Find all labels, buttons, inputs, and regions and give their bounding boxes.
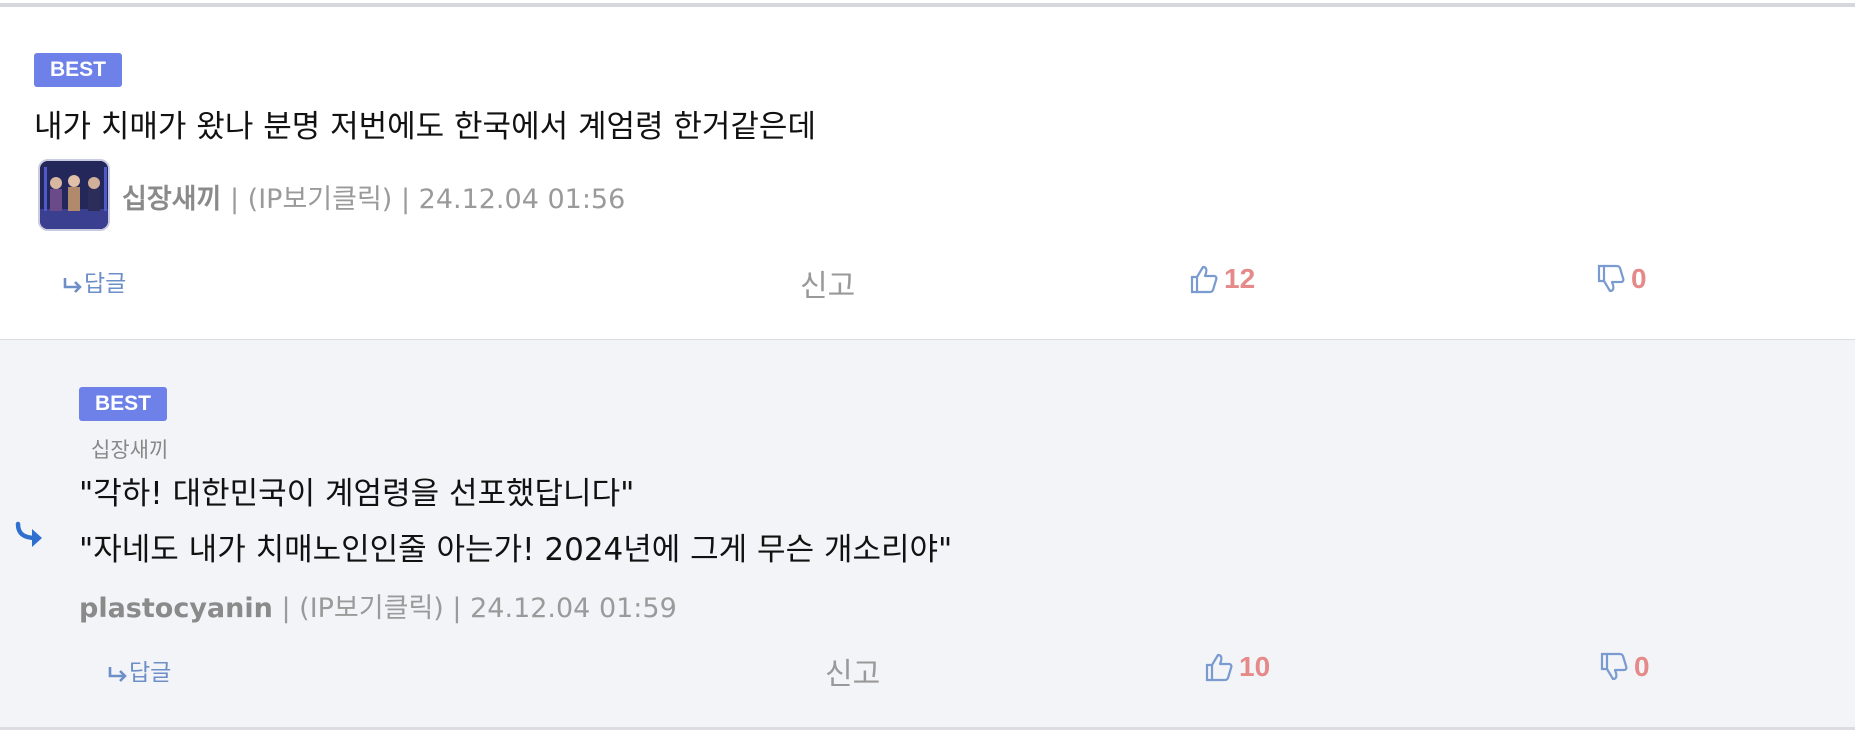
report-button[interactable]: 신고 bbox=[800, 261, 855, 305]
meta-separator: | bbox=[229, 184, 240, 215]
reply-small-arrow-icon bbox=[63, 277, 82, 293]
report-button[interactable]: 신고 bbox=[825, 649, 880, 693]
comment-meta: plastocyanin | (IP보기클릭) | 24.12.04 01:59 bbox=[79, 586, 677, 625]
thumbs-up-icon bbox=[1190, 265, 1218, 294]
ip-view-link[interactable]: (IP보기클릭) bbox=[299, 593, 444, 624]
meta-separator: | bbox=[452, 593, 462, 624]
author-name[interactable]: plastocyanin bbox=[79, 593, 273, 624]
best-badge: BEST bbox=[34, 53, 123, 87]
avatar-image bbox=[40, 161, 108, 229]
meta-separator: | bbox=[400, 184, 411, 215]
reply-button[interactable]: 답글 bbox=[107, 653, 171, 687]
downvote-count: 0 bbox=[1634, 651, 1650, 682]
timestamp: 24.12.04 01:56 bbox=[418, 184, 626, 215]
reply-label: 답글 bbox=[129, 660, 172, 686]
thumbs-up-icon bbox=[1205, 653, 1233, 682]
reply-text-line-1: "각하! 대한민국이 계엄령을 선포했답니다" bbox=[79, 476, 635, 512]
comment-item: BEST 내가 치매가 왔나 분명 저번에도 한국에서 계엄령 한거같은데 십장… bbox=[0, 7, 1855, 340]
meta-separator: | bbox=[281, 593, 291, 624]
reply-small-arrow-icon bbox=[108, 666, 127, 682]
downvote-button[interactable]: 0 bbox=[1597, 263, 1647, 295]
author-name[interactable]: 십장새끼 bbox=[122, 184, 221, 215]
best-badge: BEST bbox=[79, 387, 168, 421]
downvote-count: 0 bbox=[1631, 263, 1647, 294]
upvote-button[interactable]: 10 bbox=[1205, 651, 1270, 683]
reply-comment-item: BEST 십장새끼 "각하! 대한민국이 계엄령을 선포했답니다" "자네도 내… bbox=[0, 340, 1855, 730]
thumbs-down-icon bbox=[1597, 264, 1625, 293]
reply-arrow-icon bbox=[15, 521, 42, 547]
downvote-button[interactable]: 0 bbox=[1600, 651, 1650, 683]
reply-label: 답글 bbox=[84, 271, 127, 297]
thumbs-down-icon bbox=[1600, 652, 1628, 681]
reply-button[interactable]: 답글 bbox=[62, 264, 126, 298]
upvote-button[interactable]: 12 bbox=[1190, 263, 1255, 295]
timestamp: 24.12.04 01:59 bbox=[470, 593, 677, 624]
reply-to-author[interactable]: 십장새끼 bbox=[91, 434, 168, 464]
reply-text-line-2: "자네도 내가 치매노인인줄 아는가! 2024년에 그게 무슨 개소리야" bbox=[79, 532, 953, 568]
comment-text: 내가 치매가 왔나 분명 저번에도 한국에서 계엄령 한거같은데 bbox=[34, 109, 816, 145]
upvote-count: 12 bbox=[1224, 263, 1256, 294]
upvote-count: 10 bbox=[1239, 651, 1271, 682]
avatar[interactable] bbox=[38, 159, 110, 231]
comment-meta: 십장새끼 | (IP보기클릭) | 24.12.04 01:56 bbox=[122, 177, 625, 216]
ip-view-link[interactable]: (IP보기클릭) bbox=[248, 184, 393, 215]
